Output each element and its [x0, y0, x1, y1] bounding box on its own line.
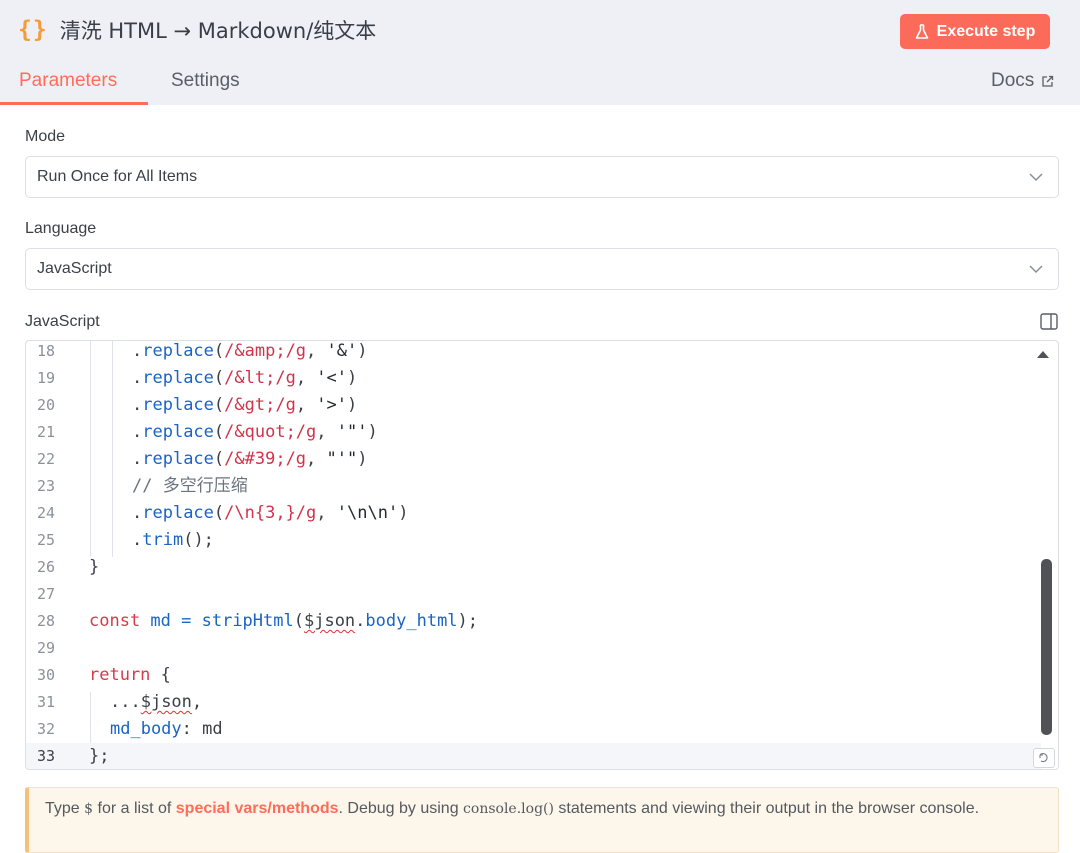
chevron-down-icon: [1029, 265, 1043, 274]
line-number: 22: [36, 450, 55, 468]
code-line: 19 .replace(/&lt;/g, '<'): [26, 365, 1041, 392]
code-line: 29: [26, 635, 1041, 662]
docs-link[interactable]: Docs: [991, 70, 1054, 92]
code-line: 20 .replace(/&gt;/g, '>'): [26, 392, 1041, 419]
code-line: 28 const md = stripHtml($json.body_html)…: [26, 608, 1041, 635]
mode-select[interactable]: Run Once for All Items: [25, 156, 1059, 198]
flask-icon: [915, 23, 928, 39]
resize-icon[interactable]: [1033, 748, 1055, 768]
line-number: 29: [36, 639, 55, 657]
node-title-row: {} 清洗 HTML → Markdown/纯文本: [18, 12, 376, 48]
code-line: 31 ...$json,: [26, 689, 1041, 716]
node-title[interactable]: 清洗 HTML → Markdown/纯文本: [60, 15, 377, 45]
node-header: {} 清洗 HTML → Markdown/纯文本 Execute step P…: [0, 0, 1080, 105]
execute-step-label: Execute step: [936, 22, 1036, 40]
tab-settings[interactable]: Settings: [171, 70, 240, 92]
line-number: 28: [36, 612, 55, 630]
line-number: 33: [36, 747, 55, 765]
code-line: 25 .trim();: [26, 527, 1041, 554]
language-label: Language: [25, 220, 97, 237]
code-text: ...$json,: [110, 692, 203, 712]
line-number: 32: [36, 720, 55, 738]
line-number: 26: [36, 558, 55, 576]
line-number: 27: [36, 585, 55, 603]
line-number: 21: [36, 423, 55, 441]
notice-code: console.log(): [463, 801, 554, 817]
code-editor[interactable]: 18 .replace(/&amp;/g, '&') 19 .replace(/…: [25, 340, 1059, 770]
code-text: .replace(/&#39;/g, "'"): [132, 449, 368, 469]
code-line: 24 .replace(/\n{3,}/g, '\n\n'): [26, 500, 1041, 527]
code-text: const md = stripHtml($json.body_html);: [89, 611, 479, 631]
code-line: 18 .replace(/&amp;/g, '&'): [26, 341, 1041, 365]
mode-value: Run Once for All Items: [37, 168, 198, 185]
code-text: .replace(/&amp;/g, '&'): [132, 341, 368, 361]
code-line: 26 }: [26, 554, 1041, 581]
line-number: 30: [36, 666, 55, 684]
code-text: .replace(/&lt;/g, '<'): [132, 368, 358, 388]
line-number: 19: [36, 369, 55, 387]
scroll-up-arrow-icon[interactable]: [1036, 349, 1050, 359]
line-number: 23: [36, 477, 55, 495]
scrollbar-thumb[interactable]: [1041, 559, 1052, 735]
code-line: 32 md_body: md: [26, 716, 1041, 743]
code-text: .trim();: [132, 530, 214, 550]
tab-parameters[interactable]: Parameters: [19, 70, 117, 92]
line-number: 20: [36, 396, 55, 414]
external-link-icon: [1042, 75, 1054, 87]
code-text: .replace(/\n{3,}/g, '\n\n'): [132, 503, 409, 523]
mode-label: Mode: [25, 128, 66, 145]
code-text: .replace(/&gt;/g, '>'): [132, 395, 358, 415]
code-line: 21 .replace(/&quot;/g, '"'): [26, 419, 1041, 446]
code-comment: // 多空行压缩: [132, 476, 248, 496]
tab-bar: Parameters Settings Docs: [0, 60, 1080, 105]
notice-text: for a list of: [93, 800, 176, 817]
execute-step-button[interactable]: Execute step: [900, 14, 1050, 49]
language-value: JavaScript: [37, 260, 112, 277]
code-line: 30 return {: [26, 662, 1041, 689]
code-text: }: [89, 557, 100, 577]
code-text: md_body: md: [110, 719, 223, 739]
line-number: 31: [36, 693, 55, 711]
code-line: 27: [26, 581, 1041, 608]
code-line: 22 .replace(/&#39;/g, "'"): [26, 446, 1041, 473]
code-label: JavaScript: [25, 313, 100, 330]
special-vars-link[interactable]: special vars/methods: [176, 800, 339, 817]
docs-label: Docs: [991, 70, 1035, 91]
code-text: .replace(/&quot;/g, '"'): [132, 422, 378, 442]
hint-notice: Type $ for a list of special vars/method…: [25, 787, 1059, 853]
active-tab-indicator: [0, 102, 148, 105]
code-line-active: 33 };: [26, 743, 1041, 769]
braces-icon: {}: [18, 17, 48, 43]
language-select[interactable]: JavaScript: [25, 248, 1059, 290]
line-number: 25: [36, 531, 55, 549]
code-text: };: [89, 746, 110, 766]
code-line: 23 // 多空行压缩: [26, 473, 1041, 500]
split-panel-icon[interactable]: [1040, 313, 1058, 330]
code-text: return {: [89, 665, 171, 685]
notice-text: Type: [45, 800, 85, 817]
notice-text: statements and viewing their output in t…: [553, 800, 980, 817]
line-number: 18: [36, 342, 55, 360]
notice-text: . Debug by using: [338, 800, 464, 817]
notice-code: $: [84, 801, 94, 817]
line-number: 24: [36, 504, 55, 522]
chevron-down-icon: [1029, 173, 1043, 182]
